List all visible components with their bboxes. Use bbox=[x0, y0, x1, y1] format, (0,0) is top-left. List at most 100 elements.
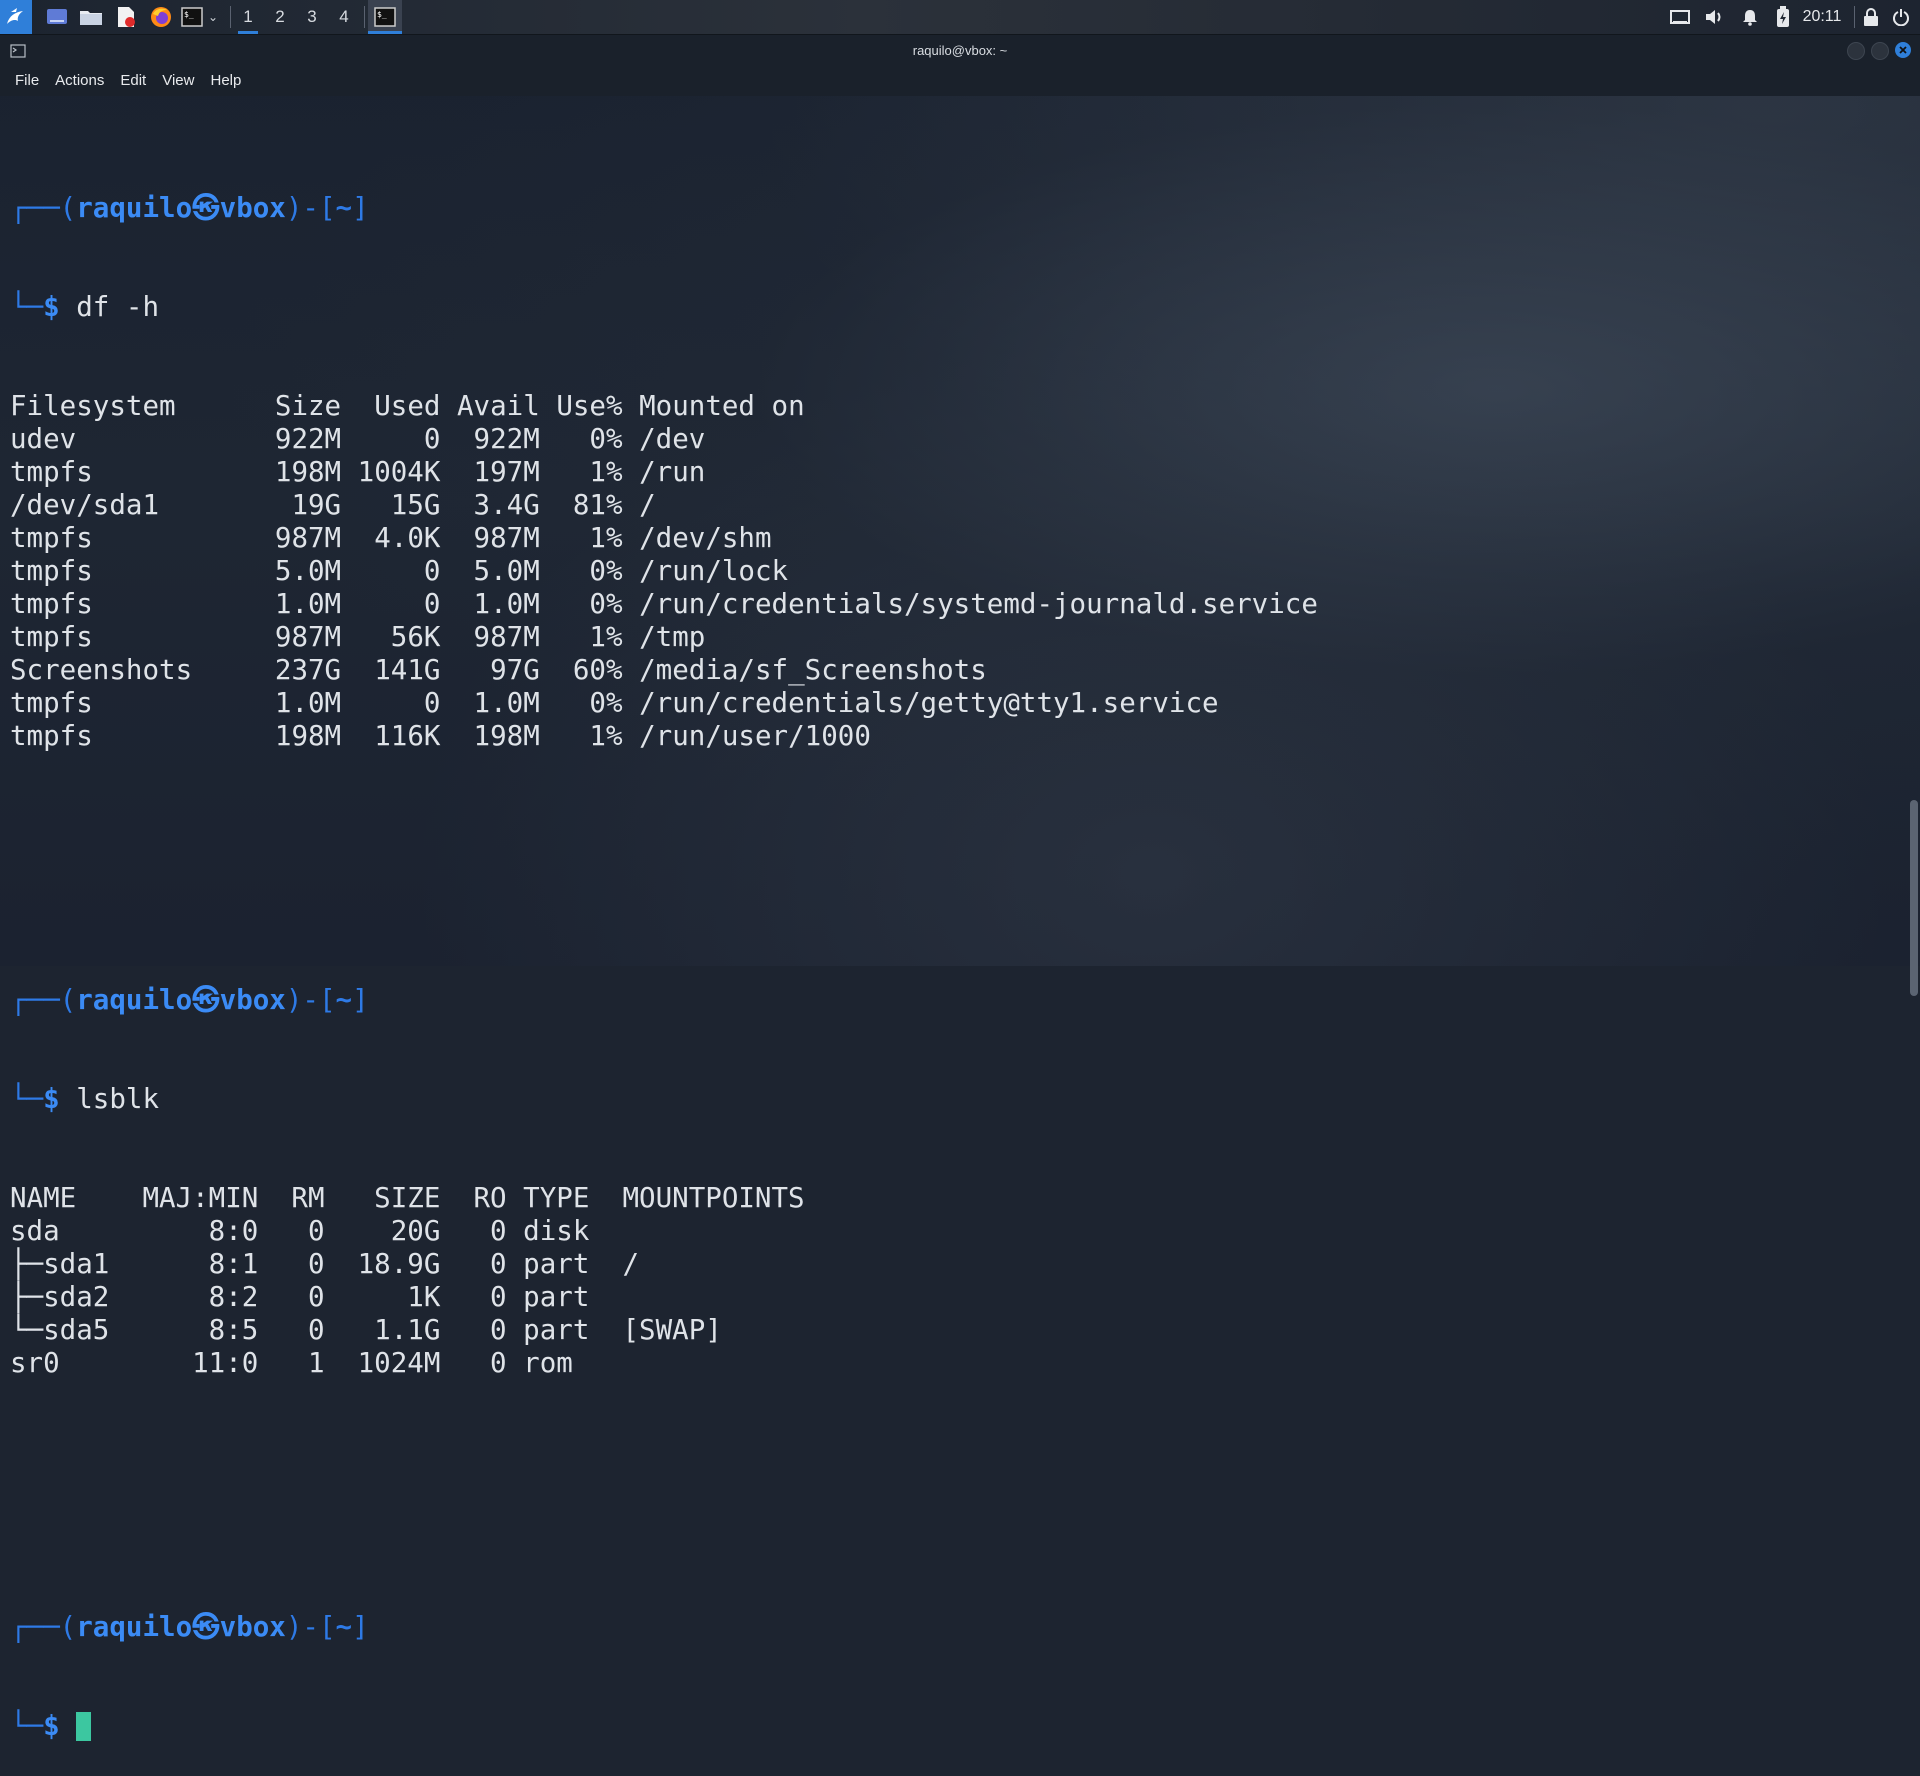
table-cell: 0% bbox=[589, 555, 623, 587]
table-cell: 987M bbox=[274, 621, 342, 653]
panel-separator bbox=[230, 6, 231, 28]
terminal-launcher[interactable]: $_ bbox=[180, 0, 204, 34]
table-cell: 237G bbox=[274, 654, 342, 686]
table-cell: 0 bbox=[423, 687, 441, 719]
command-line: └─$ df -h bbox=[10, 291, 160, 323]
table-cell: /media/sf_Screenshots bbox=[639, 654, 987, 686]
table-cell: 0 bbox=[307, 1215, 325, 1247]
panel-separator bbox=[364, 6, 365, 28]
table-row: sr0 11:0 1 1024M 0 rom bbox=[10, 1347, 1890, 1380]
prompt-user: raquilo bbox=[76, 192, 193, 224]
table-cell: 4.0K bbox=[374, 522, 441, 554]
command-text: df -h bbox=[76, 291, 160, 323]
table-cell: sr0 bbox=[10, 1347, 60, 1379]
table-cell: /dev/shm bbox=[639, 522, 772, 554]
file-manager-launcher[interactable] bbox=[78, 0, 104, 34]
menu-help[interactable]: Help bbox=[202, 66, 249, 96]
window-titlebar[interactable]: raquilo@vbox: ~ bbox=[0, 35, 1920, 66]
table-cell: ├─sda1 bbox=[10, 1248, 110, 1280]
workspace-label: 3 bbox=[307, 7, 317, 26]
text-editor-launcher[interactable] bbox=[114, 0, 138, 34]
prompt-line: ┌──(raquilo㉿vbox)-[~] bbox=[10, 984, 369, 1016]
table-row: sda 8:0 0 20G 0 disk bbox=[10, 1215, 1890, 1248]
table-cell: 5.0M bbox=[473, 555, 540, 587]
table-cell: 81% bbox=[572, 489, 623, 521]
table-cell: 987M bbox=[473, 621, 540, 653]
table-cell: 0 bbox=[490, 1347, 507, 1379]
table-cell: /dev/sda1 bbox=[10, 489, 160, 521]
clock-label: 20:11 bbox=[1802, 8, 1842, 25]
workspace-label: 4 bbox=[339, 7, 349, 26]
prompt-host: vbox bbox=[219, 984, 286, 1016]
table-cell: tmpfs bbox=[10, 687, 93, 719]
table-cell: tmpfs bbox=[10, 621, 93, 653]
table-cell: 1% bbox=[589, 621, 623, 653]
table-row: tmpfs 5.0M 0 5.0M 0% /run/lock bbox=[10, 555, 1890, 588]
battery-charging-icon[interactable] bbox=[1772, 0, 1794, 34]
clock[interactable]: 20:11 bbox=[1800, 0, 1844, 34]
table-cell: /run/user/1000 bbox=[639, 720, 871, 752]
prompt-path: ~ bbox=[335, 192, 353, 224]
chevron-down-icon[interactable]: ⌄ bbox=[206, 0, 220, 34]
volume-icon[interactable] bbox=[1702, 0, 1726, 34]
menu-edit[interactable]: Edit bbox=[112, 66, 154, 96]
lock-icon[interactable] bbox=[1858, 0, 1884, 34]
table-cell: 0% bbox=[589, 423, 623, 455]
kali-menu-button[interactable] bbox=[0, 0, 32, 34]
logout-icon[interactable] bbox=[1888, 0, 1914, 34]
table-cell: 198M bbox=[274, 456, 342, 488]
table-cell: 0 bbox=[307, 1281, 325, 1313]
table-cell: Avail bbox=[456, 390, 540, 422]
command-line[interactable]: └─$ bbox=[10, 1710, 1890, 1743]
table-row: tmpfs 198M 1004K 197M 1% /run bbox=[10, 456, 1890, 489]
show-desktop-button[interactable] bbox=[44, 0, 70, 34]
terminal-output[interactable]: ┌──(raquilo㉿vbox)-[~] └─$ df -h Filesyst… bbox=[10, 93, 1890, 1776]
maximize-button[interactable] bbox=[1871, 42, 1889, 60]
workspace-1[interactable]: 1 bbox=[234, 0, 262, 34]
table-cell: /run bbox=[639, 456, 706, 488]
table-cell: SIZE bbox=[374, 1182, 441, 1214]
prompt-line: ┌──(raquilo㉿vbox)-[~] bbox=[10, 1611, 369, 1643]
table-row: ├─sda1 8:1 0 18.9G 0 part / bbox=[10, 1248, 1890, 1281]
table-cell: MOUNTPOINTS bbox=[622, 1182, 805, 1214]
table-cell: 0 bbox=[490, 1215, 507, 1247]
scrollbar-thumb[interactable] bbox=[1910, 800, 1918, 996]
table-cell: /run/credentials/getty@tty1.service bbox=[639, 687, 1219, 719]
table-cell: tmpfs bbox=[10, 588, 93, 620]
table-cell: 922M bbox=[473, 423, 540, 455]
table-row: tmpfs 1.0M 0 1.0M 0% /run/credentials/getty@t… bbox=[10, 687, 1890, 720]
table-row: tmpfs 1.0M 0 1.0M 0% /run/credentials/systemd… bbox=[10, 588, 1890, 621]
menu-view[interactable]: View bbox=[154, 66, 202, 96]
notifications-bell-icon[interactable] bbox=[1738, 0, 1762, 34]
table-cell: 0 bbox=[307, 1314, 325, 1346]
firefox-launcher[interactable] bbox=[148, 0, 174, 34]
table-cell: 141G bbox=[374, 654, 441, 686]
table-cell: part bbox=[523, 1314, 590, 1346]
menu-file[interactable]: File bbox=[7, 66, 47, 96]
text-editor-icon bbox=[118, 7, 135, 27]
table-cell: ├─sda2 bbox=[10, 1281, 110, 1313]
table-cell: 0 bbox=[307, 1248, 325, 1280]
minimize-button[interactable] bbox=[1847, 42, 1865, 60]
table-cell: udev bbox=[10, 423, 77, 455]
prompt-line: ┌──(raquilo㉿vbox)-[~] bbox=[10, 192, 369, 224]
window-title: raquilo@vbox: ~ bbox=[912, 43, 1008, 58]
display-icon[interactable] bbox=[1668, 0, 1692, 34]
table-cell: 116K bbox=[374, 720, 441, 752]
taskbar-terminal-window[interactable]: $_ bbox=[368, 0, 402, 34]
close-button[interactable] bbox=[1895, 42, 1911, 58]
workspace-3[interactable]: 3 bbox=[298, 0, 326, 34]
table-cell: 1.0M bbox=[274, 588, 342, 620]
workspace-2[interactable]: 2 bbox=[266, 0, 294, 34]
menu-actions[interactable]: Actions bbox=[47, 66, 112, 96]
table-cell: 0 bbox=[490, 1314, 507, 1346]
workspace-4[interactable]: 4 bbox=[330, 0, 358, 34]
table-cell: 11:0 bbox=[192, 1347, 259, 1379]
svg-text:$_: $_ bbox=[184, 10, 194, 19]
table-cell: 0 bbox=[423, 588, 441, 620]
table-row: tmpfs 987M 4.0K 987M 1% /dev/shm bbox=[10, 522, 1890, 555]
table-row: └─sda5 8:5 0 1.1G 0 part [SWAP] bbox=[10, 1314, 1890, 1347]
table-cell: 0% bbox=[589, 588, 623, 620]
table-cell: NAME bbox=[10, 1182, 77, 1214]
table-cell: 15G bbox=[390, 489, 441, 521]
